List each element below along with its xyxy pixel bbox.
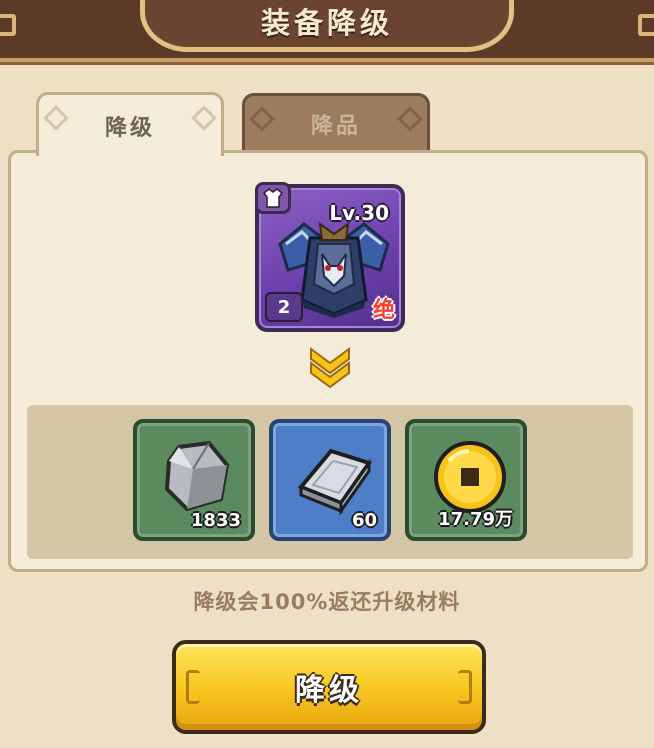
page-title: 装备降级 — [260, 5, 393, 40]
material-count: 1833 — [190, 510, 241, 531]
tab-downgrade-quality[interactable]: 降品 — [242, 93, 430, 151]
rarity-badge: 绝 — [372, 298, 395, 323]
tab-label: 降品 — [310, 113, 361, 139]
tab-downgrade-level[interactable]: 降级 — [36, 92, 224, 156]
downgrade-button[interactable]: 降级 — [172, 640, 486, 734]
header-bar: 装备降级 — [0, 0, 654, 62]
stone-icon — [164, 440, 230, 512]
material-slot-iron-ingot[interactable]: 60 — [269, 419, 391, 541]
iron-ingot-icon — [297, 448, 373, 515]
knot-ornament-icon — [397, 106, 423, 132]
equipment-star-count: 2 — [265, 292, 303, 322]
material-count: 17.79万 — [438, 509, 513, 530]
gold-coin-icon — [434, 441, 506, 513]
chest-armor-icon — [255, 182, 291, 214]
equipment-level: Lv.30 — [329, 201, 389, 225]
downgrade-panel: Lv.30 2 绝 1833 60 17.79万 — [8, 149, 648, 572]
material-slot-gold[interactable]: 17.79万 — [405, 419, 527, 541]
knot-ornament-icon — [249, 106, 275, 132]
material-tray: 1833 60 17.79万 — [27, 405, 633, 559]
downgrade-note: 降级会100%返还升级材料 — [193, 590, 461, 614]
chevron-double-down-icon — [310, 347, 350, 389]
tab-label: 降级 — [104, 115, 155, 141]
knot-ornament-icon — [43, 105, 69, 131]
material-count: 60 — [351, 510, 377, 531]
header-ornament-right — [638, 14, 654, 36]
downgrade-button-label: 降级 — [295, 673, 363, 708]
title-plate: 装备降级 — [140, 0, 514, 52]
knot-ornament-icon — [191, 105, 217, 131]
material-slot-stone[interactable]: 1833 — [133, 419, 255, 541]
header-ornament-left — [0, 14, 16, 36]
